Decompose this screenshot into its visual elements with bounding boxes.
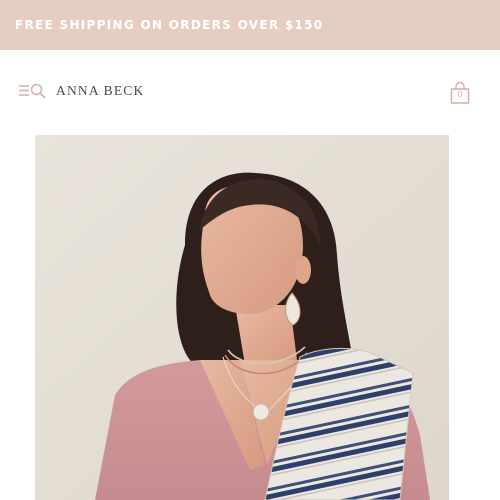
site-header: ANNA BECK 0 [0,50,500,135]
menu-icon[interactable] [19,85,29,96]
promo-text: FREE SHIPPING ON ORDERS OVER $150 [15,18,324,32]
hero-image[interactable] [35,135,449,500]
model-photo [35,135,449,500]
menu-search-button[interactable] [18,81,48,101]
cart-count: 0 [457,90,463,100]
cart-button[interactable]: 0 [449,81,471,105]
promo-banner: FREE SHIPPING ON ORDERS OVER $150 [0,0,500,50]
search-icon[interactable] [30,83,46,99]
brand-logo[interactable]: ANNA BECK [56,83,144,99]
